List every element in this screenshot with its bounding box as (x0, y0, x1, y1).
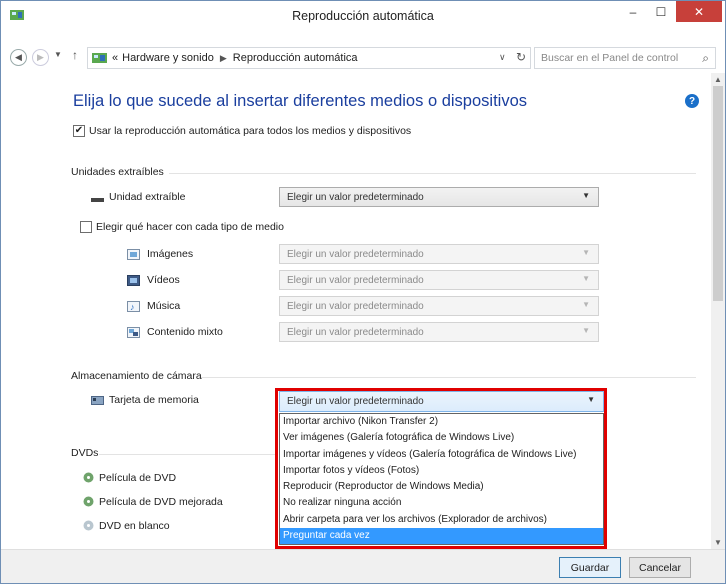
removable-drive-select[interactable]: Elegir un valor predeterminado ▼ (279, 187, 599, 207)
media-label-music: Música (147, 300, 181, 312)
address-bar[interactable]: « Hardware y sonido ▶ Reproducción autom… (87, 47, 531, 69)
vertical-scrollbar[interactable]: ▲ ▼ (711, 73, 725, 549)
select-value: Elegir un valor predeterminado (287, 301, 424, 312)
scroll-up-icon[interactable]: ▲ (714, 75, 722, 84)
svg-text:♪: ♪ (130, 302, 135, 312)
group-divider (201, 377, 696, 378)
help-icon[interactable]: ? (685, 94, 699, 108)
chevron-down-icon: ▼ (587, 395, 595, 404)
chevron-down-icon: ▼ (582, 191, 590, 200)
use-autoplay-label[interactable]: Usar la reproducción automática para tod… (89, 125, 411, 137)
dvd-movie-icon (83, 472, 94, 483)
dvd-item-movie: Película de DVD (99, 472, 177, 484)
breadcrumb-hardware[interactable]: Hardware y sonido (122, 52, 214, 64)
removable-group-title: Unidades extraíbles (71, 166, 164, 178)
dvd-item-blank: DVD en blanco (99, 520, 170, 532)
memory-card-label: Tarjeta de memoria (109, 394, 199, 406)
select-value: Elegir un valor predeterminado (287, 396, 424, 407)
select-value: Elegir un valor predeterminado (287, 249, 424, 260)
dropdown-option-list: Importar archivo (Nikon Transfer 2) Ver … (279, 413, 604, 545)
media-label-videos: Vídeos (147, 274, 180, 286)
autoplay-window: Reproducción automática – ☐ ✕ ◀ ▶ ▼ ↑ « … (0, 0, 726, 584)
breadcrumb-autoplay[interactable]: Reproducción automática (233, 52, 358, 64)
title-bar: Reproducción automática – ☐ ✕ (1, 1, 725, 31)
scroll-thumb[interactable] (713, 86, 723, 301)
forward-icon[interactable]: ▶ (32, 49, 49, 66)
dropdown-option[interactable]: Abrir carpeta para ver los archivos (Exp… (280, 512, 603, 528)
dropdown-option[interactable]: Reproducir (Reproductor de Windows Media… (280, 479, 603, 495)
per-media-checkbox[interactable] (80, 221, 92, 233)
save-button[interactable]: Guardar (559, 557, 621, 578)
recent-pages-icon[interactable]: ▼ (54, 50, 62, 59)
chevron-down-icon: ▼ (582, 248, 590, 257)
images-icon (127, 249, 140, 260)
group-divider (169, 173, 696, 174)
scroll-down-icon[interactable]: ▼ (714, 538, 722, 547)
media-label-mixed: Contenido mixto (147, 326, 223, 338)
select-value: Elegir un valor predeterminado (287, 192, 424, 203)
dropdown-option[interactable]: Ver imágenes (Galería fotográfica de Win… (280, 430, 603, 446)
music-select[interactable]: Elegir un valor predeterminado ▼ (279, 296, 599, 316)
up-arrow-icon[interactable]: ↑ (72, 48, 78, 62)
videos-select[interactable]: Elegir un valor predeterminado ▼ (279, 270, 599, 290)
footer-bar: Guardar Cancelar (1, 549, 725, 583)
chevron-down-icon: ▼ (582, 326, 590, 335)
blank-dvd-icon (83, 520, 94, 531)
maximize-button[interactable]: ☐ (647, 1, 675, 22)
dvd-item-enhanced: Película de DVD mejorada (99, 496, 223, 508)
camera-group-title: Almacenamiento de cámara (71, 370, 202, 382)
chevron-down-icon: ▼ (582, 300, 590, 309)
mixed-content-select[interactable]: Elegir un valor predeterminado ▼ (279, 322, 599, 342)
usb-drive-icon (91, 198, 104, 202)
music-icon: ♪ (127, 301, 140, 312)
close-button[interactable]: ✕ (676, 1, 722, 22)
cancel-button[interactable]: Cancelar (629, 557, 691, 578)
dropdown-option-selected[interactable]: Preguntar cada vez (280, 528, 603, 545)
per-media-label[interactable]: Elegir qué hacer con cada tipo de medio (96, 221, 284, 233)
crumb-overflow[interactable]: « (112, 52, 118, 64)
media-label-images: Imágenes (147, 248, 194, 260)
back-icon[interactable]: ◀ (10, 49, 27, 66)
address-row: ◀ ▶ ▼ ↑ « Hardware y sonido ▶ Reproducci… (1, 43, 725, 73)
dropdown-option[interactable]: Importar imágenes y vídeos (Galería foto… (280, 447, 603, 463)
chevron-down-icon: ▼ (582, 274, 590, 283)
page-title: Elija lo que sucede al insertar diferent… (73, 92, 527, 110)
mixed-content-icon (127, 327, 140, 338)
control-panel-icon (92, 53, 107, 63)
memory-card-icon (91, 396, 104, 405)
use-autoplay-checkbox[interactable]: ✔ (73, 125, 85, 137)
search-icon[interactable]: ⌕ (702, 51, 709, 66)
dropdown-option[interactable]: No realizar ninguna acción (280, 495, 603, 511)
window-title: Reproducción automática (292, 9, 434, 23)
address-history-icon[interactable]: ∨ (499, 52, 506, 63)
memory-card-dropdown[interactable]: Elegir un valor predeterminado ▼ Importa… (279, 391, 604, 546)
dvd-group-title: DVDs (71, 447, 99, 459)
group-divider (99, 454, 275, 455)
search-input[interactable]: Buscar en el Panel de control ⌕ (534, 47, 716, 69)
minimize-button[interactable]: – (619, 1, 647, 22)
search-placeholder: Buscar en el Panel de control (541, 52, 679, 64)
select-value: Elegir un valor predeterminado (287, 327, 424, 338)
images-select[interactable]: Elegir un valor predeterminado ▼ (279, 244, 599, 264)
select-value: Elegir un valor predeterminado (287, 275, 424, 286)
removable-drive-label: Unidad extraíble (109, 191, 186, 203)
dropdown-option[interactable]: Importar archivo (Nikon Transfer 2) (280, 414, 603, 430)
dvd-enhanced-icon (83, 496, 94, 507)
chevron-right-icon[interactable]: ▶ (220, 53, 227, 64)
dropdown-option[interactable]: Importar fotos y vídeos (Fotos) (280, 463, 603, 479)
refresh-icon[interactable]: ↻ (516, 50, 526, 64)
memory-card-select[interactable]: Elegir un valor predeterminado ▼ (279, 391, 604, 412)
videos-icon (127, 275, 140, 286)
